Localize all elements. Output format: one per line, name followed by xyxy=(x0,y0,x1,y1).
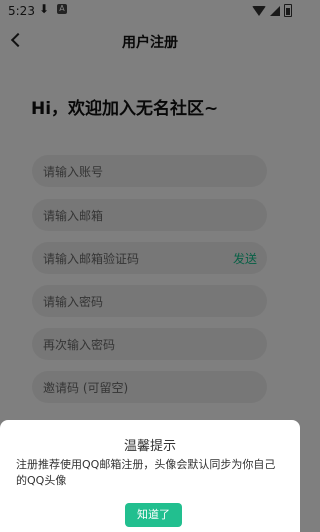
acknowledge-button[interactable]: 知道了 xyxy=(125,503,182,527)
dialog-message: 注册推荐使用QQ邮箱注册，头像会默认同步为你自己的QQ头像 xyxy=(16,458,276,487)
dialog-title: 温馨提示 xyxy=(123,439,176,454)
notice-dialog: 温馨提示 注册推荐使用QQ邮箱注册，头像会默认同步为你自己的QQ头像 知道了 xyxy=(0,420,300,532)
